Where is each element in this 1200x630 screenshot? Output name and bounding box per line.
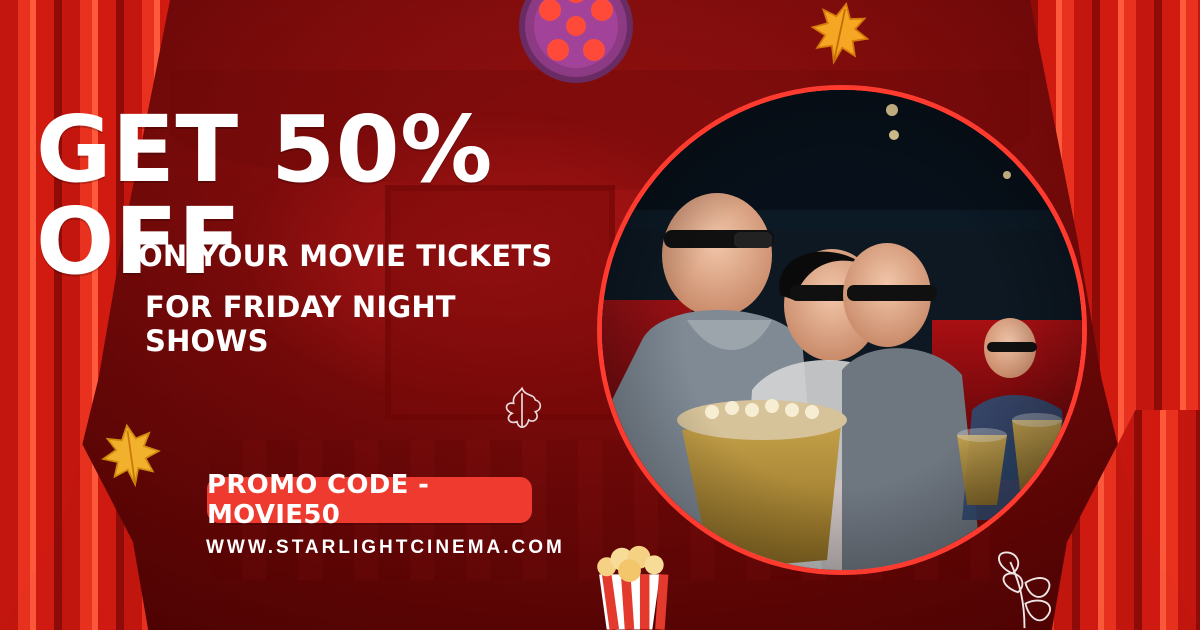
film-reel-icon <box>519 0 633 83</box>
plant-icon <box>998 551 1051 629</box>
promo-code-badge: PROMO CODE -MOVIE50 <box>207 470 532 530</box>
promo-code-text: PROMO CODE -MOVIE50 <box>207 470 430 530</box>
subheadline-line-2: FOR FRIDAY NIGHT SHOWS <box>145 290 456 358</box>
autumn-leaf-icon <box>810 1 870 65</box>
website-url: WWW.STARLIGHTCINEMA.COM <box>206 537 565 558</box>
autumn-leaf-icon <box>101 423 161 488</box>
ad-canvas: GET 50% OFF ON YOUR MOVIE TICKETS FOR FR… <box>0 0 1200 630</box>
audience-illustration <box>602 90 1082 570</box>
outline-leaf-icon <box>505 386 542 428</box>
subheadline-line-1: ON YOUR MOVIE TICKETS <box>138 239 553 273</box>
popcorn-icon <box>597 545 669 630</box>
movie-audience-photo <box>602 90 1082 570</box>
